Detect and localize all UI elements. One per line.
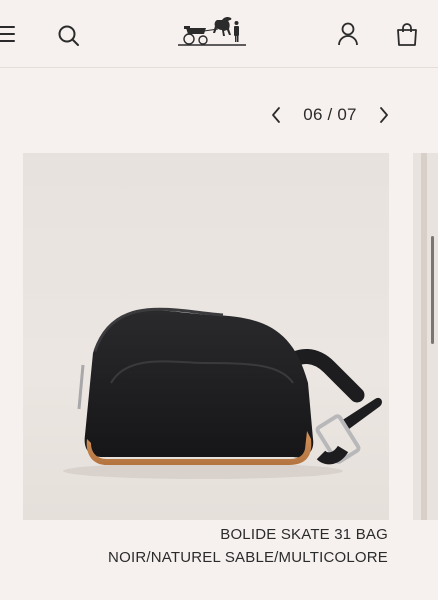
product-color: NOIR/NATUREL SABLE/MULTICOLORE bbox=[108, 549, 388, 566]
user-account-icon[interactable] bbox=[335, 20, 361, 48]
gallery-counter: 06 / 07 bbox=[303, 105, 357, 124]
product-image[interactable] bbox=[23, 153, 389, 520]
shopping-bag-icon[interactable] bbox=[394, 20, 420, 48]
hamburger-menu-icon[interactable] bbox=[0, 20, 20, 48]
chevron-left-icon[interactable] bbox=[265, 100, 287, 130]
product-name: BOLIDE SKATE 31 BAG bbox=[220, 526, 388, 543]
top-navigation-bar bbox=[0, 0, 438, 68]
chevron-right-icon[interactable] bbox=[373, 100, 395, 130]
search-icon[interactable] bbox=[55, 22, 81, 48]
scrollbar[interactable] bbox=[431, 236, 434, 344]
next-image-edge bbox=[421, 153, 427, 520]
product-caption: BOLIDE SKATE 31 BAG NOIR/NATUREL SABLE/M… bbox=[108, 523, 388, 569]
gallery-pager: 06 / 07 bbox=[265, 100, 395, 130]
next-image-preview[interactable] bbox=[413, 153, 438, 520]
horse-carriage-logo[interactable] bbox=[174, 14, 250, 50]
